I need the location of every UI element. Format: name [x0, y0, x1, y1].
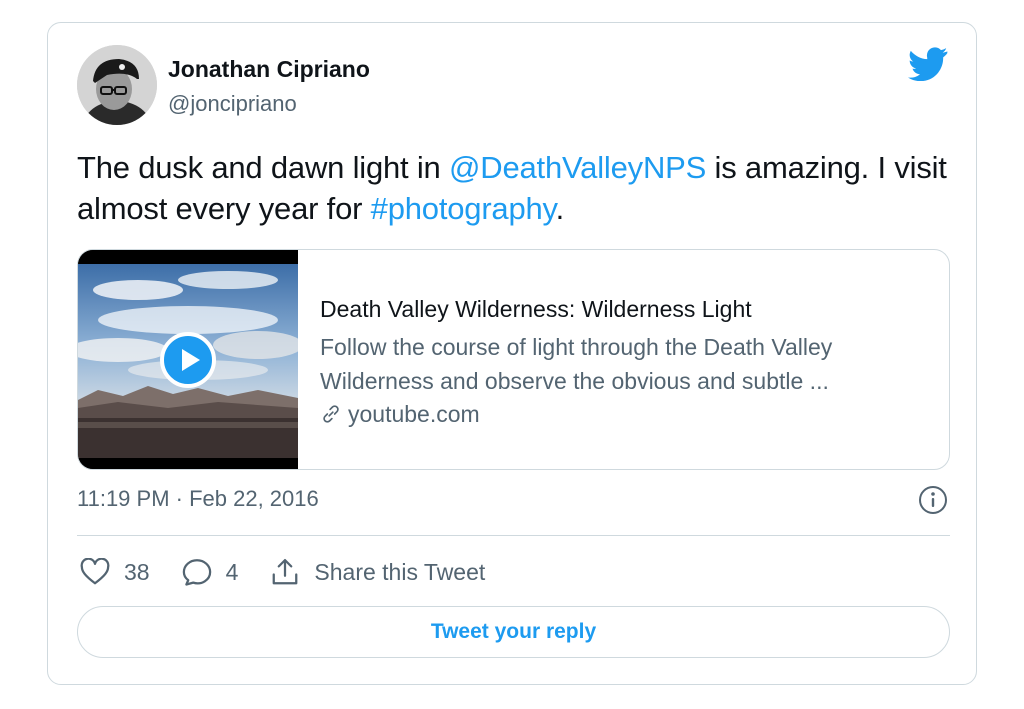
reply-count-button[interactable]: 4: [182, 558, 239, 586]
link-preview-card[interactable]: Death Valley Wilderness: Wilderness Ligh…: [77, 249, 950, 470]
link-icon: [323, 405, 339, 423]
like-button[interactable]: 38: [80, 558, 150, 586]
hashtag-link[interactable]: #photography: [371, 191, 556, 226]
comment-icon: [182, 559, 211, 586]
like-count: 38: [124, 558, 150, 585]
tweet-actions: 38 4 Share this Tweet: [80, 553, 517, 591]
tweet-card: Jonathan Cipriano @joncipriano The dusk …: [47, 22, 977, 685]
video-thumbnail[interactable]: [78, 250, 298, 469]
tweet-your-reply-button[interactable]: Tweet your reply: [77, 606, 950, 658]
share-icon: [273, 559, 298, 585]
info-icon[interactable]: [918, 485, 948, 515]
avatar[interactable]: [77, 45, 157, 125]
author-name[interactable]: Jonathan Cipriano: [168, 56, 370, 83]
mention-link[interactable]: @DeathValleyNPS: [449, 150, 706, 185]
share-button[interactable]: Share this Tweet: [270, 557, 485, 587]
link-domain-text: youtube.com: [348, 401, 480, 427]
tweet-text-part: .: [555, 191, 565, 226]
tweet-timestamp[interactable]: 11:19 PM · Feb 22, 2016: [77, 486, 319, 512]
link-preview-description: Follow the course of light through the D…: [320, 334, 833, 394]
link-preview-body: Death Valley Wilderness: Wilderness Ligh…: [320, 294, 930, 430]
heart-icon: [80, 558, 110, 585]
link-preview-title: Death Valley Wilderness: Wilderness Ligh…: [320, 296, 752, 322]
author-handle[interactable]: @joncipriano: [168, 91, 297, 117]
share-label: Share this Tweet: [314, 558, 486, 585]
twitter-bird-icon[interactable]: [908, 47, 948, 82]
link-preview-domain: youtube.com: [320, 398, 930, 430]
tweet-text: The dusk and dawn light in @DeathValleyN…: [77, 147, 957, 229]
play-button-icon[interactable]: [160, 332, 216, 388]
tweet-text-part: The dusk and dawn light in: [77, 150, 450, 185]
divider: [77, 535, 950, 536]
reply-count: 4: [225, 558, 239, 585]
